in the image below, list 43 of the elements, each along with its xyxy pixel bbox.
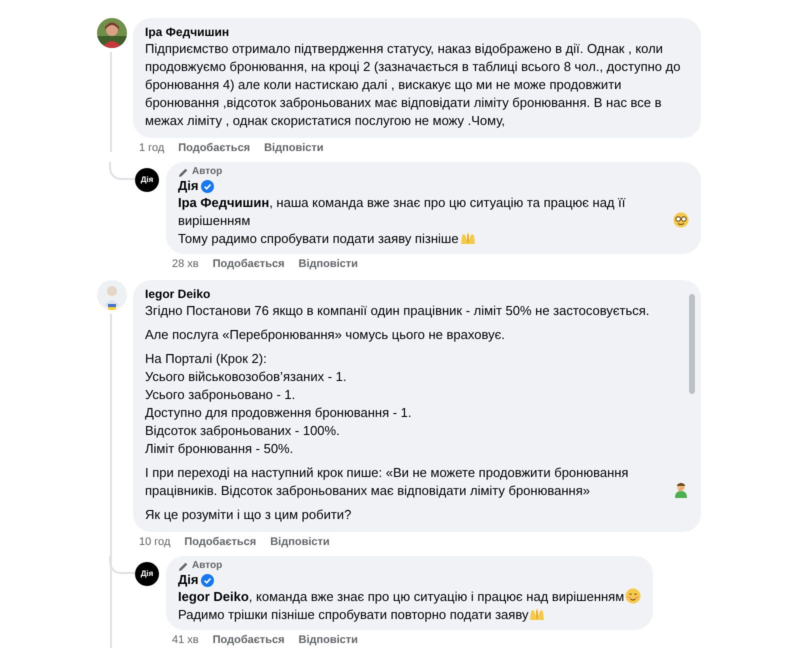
comment-text: Доступно для продовження бронювання - 1. [145,405,412,420]
author-name[interactable]: Дія [178,178,198,194]
author-name[interactable]: Дія [178,572,198,588]
reply-link[interactable]: Відповісти [298,257,358,272]
reply-link[interactable]: Відповісти [264,141,324,156]
timestamp[interactable]: 10 год [139,535,170,550]
author-label: Автор [192,560,222,572]
pencil-icon [178,560,189,572]
author-name[interactable]: Іра Федчишин [145,24,689,40]
like-link[interactable]: Подобається [212,257,284,272]
avatar[interactable]: Дія [135,562,159,586]
comment-text: Радимо трішки пізніше спробувати повторно подати заяву [178,606,528,624]
like-link[interactable]: Подобається [178,141,250,156]
timestamp[interactable]: 41 хв [172,633,199,648]
comment-text: Усього військовозобов’язаних - 1. [145,369,347,384]
reply-link[interactable]: Відповісти [298,633,358,648]
timestamp[interactable]: 1 год [139,141,164,156]
emoji-icon [673,482,689,498]
comment-text: Ліміт бронювання - 50%. [145,441,294,456]
emoji-icon [673,212,689,228]
author-label: Автор [192,166,222,178]
comment-text: Усього заброньовано - 1. [145,387,296,402]
like-link[interactable]: Подобається [184,535,256,550]
scrollbar[interactable] [689,294,695,394]
hands-icon [529,606,546,622]
comment-text: Тому радимо спробувати подати заяву пізніше [178,230,459,248]
like-link[interactable]: Подобається [212,633,284,648]
comment-text: Підприємство отримало підтвердження статусу, наказ відображено в дії. Однак , коли продовжуємо бронювання, на кроці 2 (зазначається в таблиці всього 8 чол., доступно до бронювання 4) але коли настискаю далі , вискакує що ми не може продовжити бронювання ,відсоток заброньованих має відповідати ліміту бронювання. В нас все в межах ліміту , однак скористатися послугою не можу .Чому, [145,41,680,128]
comment-text: Відсоток заброньованих - 100%. [145,423,340,438]
comment-text: Iegor Deiko, команда вже знає про цю ситуацію і працює над вирішенням [178,588,624,606]
hands-icon [460,230,476,246]
comment-text: Як це розуміти і що з цим робити? [145,507,352,522]
comment-text: Згідно Постанови 76 якщо в компанії один працівник - ліміт 50% не застосовується. [145,303,650,318]
author-name[interactable]: Iegor Deiko [145,286,689,302]
comment-text: І при переході на наступний крок пише: «Ви не можете продовжити бронювання працівників. Відсоток заброньованих має відповідати ліміту бронювання» [145,464,630,500]
emoji-icon [625,588,642,604]
timestamp[interactable]: 28 хв [172,257,199,272]
comment-text: Але послуга «Перебронювання» чомусь цього не враховує. [145,327,505,342]
reply-link[interactable]: Відповісти [270,535,330,550]
pencil-icon [178,166,189,178]
comment-text: Іра Федчишин, наша команда вже знає про цю ситуацію та працює над її вирішенням [178,194,626,230]
comment-text: На Порталі (Крок 2): [145,351,267,366]
avatar[interactable]: Дія [135,168,159,192]
